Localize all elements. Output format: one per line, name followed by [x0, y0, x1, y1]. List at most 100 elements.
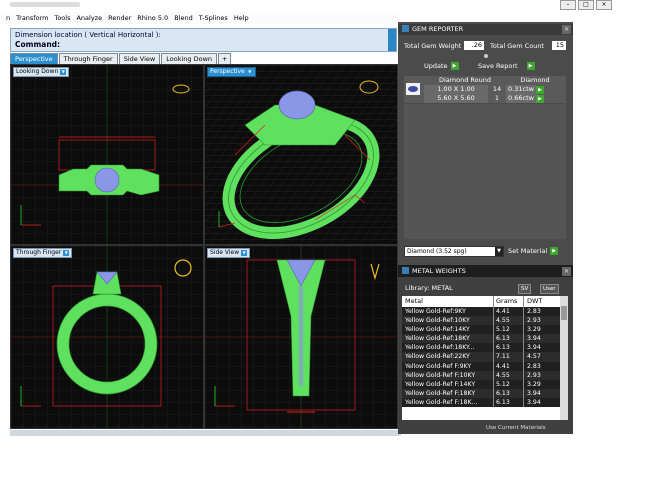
menu-item-tsplines[interactable]: T-Splines — [199, 14, 228, 22]
col-grams: Grams — [494, 296, 524, 307]
table-row[interactable]: Yellow Gold-Ref F:18K... 6.13 3.94 — [402, 397, 568, 408]
table-row[interactable]: Yellow Gold-Ref:14KY 5.12 3.29 — [402, 325, 568, 335]
metal-name: Yellow Gold-Ref F:18K... — [402, 397, 494, 408]
grams-value: 5.12 — [494, 325, 524, 335]
menu-item-help[interactable]: Help — [234, 14, 249, 22]
table-row[interactable]: Yellow Gold-Ref:18KY 6.13 3.94 — [402, 334, 568, 344]
chevron-down-icon[interactable]: ▼ — [241, 250, 248, 256]
user-button[interactable]: User — [540, 284, 559, 294]
dwt-value: 3.94 — [527, 344, 541, 352]
dwt-value: 3.29 — [527, 380, 541, 388]
chevron-down-icon[interactable]: ▼ — [246, 69, 253, 75]
metal-name: Yellow Gold-Ref F:10KY — [402, 370, 494, 380]
tab-side-view[interactable]: Side View — [118, 53, 161, 64]
grams-value: 6.13 — [494, 388, 524, 398]
metal-table-header: Metal Grams DWT — [402, 296, 568, 307]
gem-list — [404, 104, 566, 239]
chevron-down-icon[interactable]: ▼ — [495, 247, 503, 256]
viewport-label-looking-down[interactable]: Looking Down ▼ — [13, 67, 70, 77]
viewport-looking-down[interactable]: Looking Down ▼ — [10, 64, 204, 245]
looking-down-drawing — [11, 65, 203, 244]
col-diamond: Diamond — [520, 76, 550, 84]
viewport-label-perspective[interactable]: Perspective ▼ — [207, 67, 256, 77]
viewport-area: Looking Down ▼ Perspective ▼ Through Fin… — [10, 64, 401, 429]
menu-item-file[interactable]: n — [6, 14, 10, 22]
table-row[interactable]: Yellow Gold-Ref F:14KY 5.12 3.29 — [402, 379, 568, 389]
menu-item-rhino[interactable]: Rhino 5.0 — [137, 14, 168, 22]
menu-item-blend[interactable]: Blend — [174, 14, 193, 22]
table-row[interactable]: Yellow Gold-Ref:18KY... 6.13 3.94 — [402, 343, 568, 353]
menu-item-analyze[interactable]: Analyze — [76, 14, 102, 22]
chevron-down-icon[interactable]: ▼ — [60, 69, 67, 75]
gem-top — [94, 167, 120, 193]
set-material-button[interactable]: Set Material ▶ — [508, 247, 559, 255]
metal-name: Yellow Gold-Ref F:18KY — [402, 388, 494, 398]
gem-table: Diamond Round Diamond 1.00 X 1.00 14 0.3… — [404, 76, 566, 103]
metal-icon — [402, 267, 409, 274]
table-row[interactable]: Yellow Gold-Ref F:10KY 4.55 2.93 — [402, 370, 568, 380]
scrollbar-thumb[interactable] — [561, 306, 567, 320]
arrow-right-icon[interactable]: ▶ — [536, 94, 544, 103]
arrow-right-icon: ▶ — [526, 62, 535, 70]
viewport-label-through-finger[interactable]: Through Finger ▼ — [13, 248, 73, 258]
grams-value: 5.12 — [494, 379, 524, 389]
viewport-tabs: Perspective Through Finger Side View Loo… — [10, 53, 395, 64]
grams-value: 6.13 — [494, 334, 524, 344]
total-gem-weight-field[interactable]: .26 — [464, 41, 484, 50]
viewport-side-view[interactable]: Side View ▼ — [204, 245, 398, 429]
table-row[interactable]: Yellow Gold-Ref:9KY 4.41 2.83 — [402, 307, 568, 317]
menu-item-render[interactable]: Render — [108, 14, 131, 22]
arrow-right-icon[interactable]: ▶ — [536, 85, 544, 94]
tab-perspective[interactable]: Perspective — [10, 53, 58, 64]
metal-name: Yellow Gold-Ref:14KY — [402, 325, 494, 335]
save-report-button[interactable]: Save Report ▶ — [478, 62, 535, 70]
table-row[interactable]: Yellow Gold-Ref F:9KY 4.41 2.83 — [402, 361, 568, 371]
col-dwt: DWT — [527, 297, 543, 305]
library-label: Library: METAL — [405, 284, 453, 292]
metal-name: Yellow Gold-Ref:18KY... — [402, 343, 494, 353]
viewport-label-side-view[interactable]: Side View ▼ — [207, 248, 251, 258]
tab-looking-down[interactable]: Looking Down — [161, 53, 218, 64]
close-icon[interactable]: ✕ — [562, 25, 571, 34]
metal-table-scrollbar[interactable] — [560, 296, 568, 420]
total-gem-count-field[interactable]: 15 — [552, 41, 566, 50]
table-row[interactable]: Yellow Gold-Ref:10KY 4.55 2.93 — [402, 316, 568, 326]
gem-perspective — [278, 90, 316, 120]
menu-item-tools[interactable]: Tools — [54, 14, 70, 22]
chevron-down-icon[interactable]: ▼ — [63, 250, 70, 256]
metal-name: Yellow Gold-Ref:22KY — [402, 352, 494, 362]
add-tab-button[interactable]: + — [218, 53, 232, 64]
tab-through-finger[interactable]: Through Finger — [58, 53, 118, 64]
command-history: Dimension location ( Vertical Horizontal… — [15, 31, 161, 39]
grams-value: 4.41 — [494, 361, 524, 371]
close-icon[interactable]: ✕ — [562, 267, 571, 276]
close-button[interactable]: × — [596, 0, 612, 10]
table-row[interactable]: Yellow Gold-Ref F:18KY 6.13 3.94 — [402, 388, 568, 398]
gem-row[interactable]: 1.00 X 1.00 14 0.31ctw ▶ — [404, 85, 566, 94]
metal-name: Yellow Gold-Ref F:14KY — [402, 379, 494, 389]
window-title — [10, 2, 80, 7]
maximize-button[interactable]: □ — [578, 0, 594, 10]
menu-item-transform[interactable]: Transform — [16, 14, 48, 22]
command-prompt[interactable]: Command: — [15, 40, 60, 49]
grams-value: 6.13 — [494, 343, 524, 353]
metal-name: Yellow Gold-Ref:18KY — [402, 334, 494, 344]
material-select[interactable]: Diamond (3.52 spg) ▼ — [404, 246, 504, 257]
command-scrollbar[interactable] — [388, 29, 396, 51]
grams-value: 4.41 — [494, 307, 524, 317]
grams-value: 7.11 — [494, 352, 524, 362]
use-current-materials-button[interactable]: Use Current Materials — [486, 425, 546, 431]
gem-row[interactable]: 5.60 X 5.60 1 0.66ctw ▶ — [404, 94, 566, 103]
table-row[interactable]: Yellow Gold-Ref:22KY 7.11 4.57 — [402, 352, 568, 362]
viewport-through-finger[interactable]: Through Finger ▼ — [10, 245, 204, 429]
minimize-button[interactable]: – — [560, 0, 576, 10]
metal-table-body: Yellow Gold-Ref:9KY 4.41 2.83 Yellow Gold-R… — [402, 307, 568, 408]
status-bar — [10, 430, 401, 436]
arrow-right-icon: ▶ — [450, 62, 459, 70]
dwt-value: 2.83 — [527, 362, 541, 370]
metal-table: Metal Grams DWT Yellow Gold-Ref:9KY 4.41 2… — [402, 296, 568, 420]
update-button[interactable]: Update ▶ — [424, 62, 459, 70]
sv-button[interactable]: SV — [518, 284, 532, 294]
dwt-value: 3.94 — [527, 398, 541, 406]
viewport-perspective[interactable]: Perspective ▼ — [204, 64, 398, 245]
